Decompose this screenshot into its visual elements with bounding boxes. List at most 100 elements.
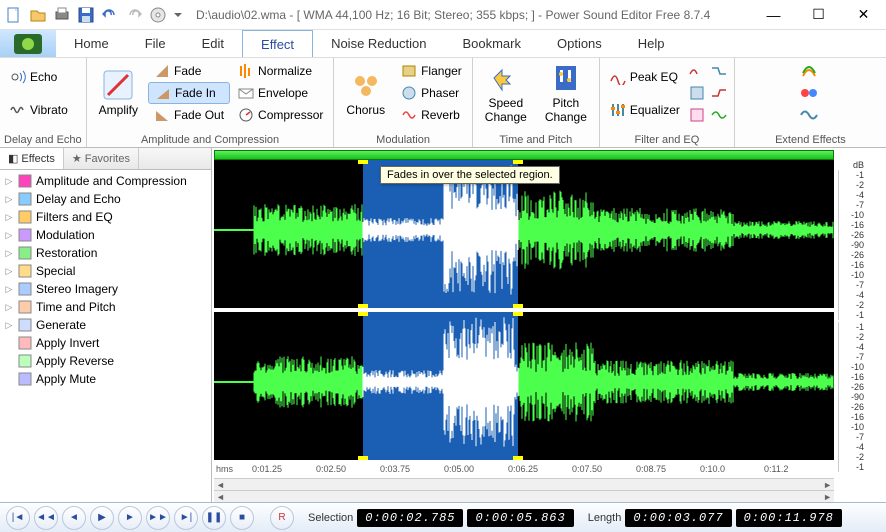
maximize-button[interactable]: ☐: [796, 0, 841, 30]
tree-item[interactable]: ▷Delay and Echo: [0, 190, 211, 208]
new-icon[interactable]: [4, 5, 24, 25]
tree-item[interactable]: ▷Special: [0, 262, 211, 280]
qat-dropdown-icon[interactable]: [172, 5, 184, 25]
pitch-change-button[interactable]: Pitch Change: [537, 60, 595, 126]
print-icon[interactable]: [52, 5, 72, 25]
undo-icon[interactable]: [100, 5, 120, 25]
skip-start-button[interactable]: |◄: [6, 506, 30, 530]
menu-file[interactable]: File: [127, 30, 184, 57]
tree-expander-icon[interactable]: ▷: [4, 212, 14, 223]
chorus-button[interactable]: Chorus: [338, 60, 393, 126]
app-icon[interactable]: [0, 30, 56, 57]
tree-item[interactable]: ▷Modulation: [0, 226, 211, 244]
tree-item[interactable]: ▷Stereo Imagery: [0, 280, 211, 298]
tree-item[interactable]: Apply Mute: [0, 370, 211, 388]
tree-expander-icon[interactable]: ▷: [4, 176, 14, 187]
tree-expander-icon[interactable]: ▷: [4, 248, 14, 259]
tree-item[interactable]: Apply Invert: [0, 334, 211, 352]
menu-edit[interactable]: Edit: [184, 30, 242, 57]
filter-icon-4[interactable]: [710, 62, 730, 82]
close-button[interactable]: ✕: [841, 0, 886, 30]
h-scrollbar[interactable]: ◄►: [214, 478, 834, 490]
prev-button[interactable]: ◄: [62, 506, 86, 530]
ffwd-button[interactable]: ►►: [146, 506, 170, 530]
sidebar-tab-favorites[interactable]: ★Favorites: [64, 148, 139, 169]
stop-button[interactable]: ■: [230, 506, 254, 530]
selection-handle[interactable]: [358, 304, 368, 308]
timeline[interactable]: hms 0:01.250:02.500:03.750:05.000:06.250…: [212, 460, 886, 478]
fade-label: Fade: [174, 64, 201, 78]
db-header: dB: [838, 160, 886, 170]
flanger-button[interactable]: Flanger: [395, 60, 468, 82]
tree-expander-icon[interactable]: ▷: [4, 266, 14, 277]
echo-button[interactable]: Echo: [4, 66, 74, 88]
sidebar-tab-effects[interactable]: ◧Effects: [0, 148, 64, 169]
pause-button[interactable]: ❚❚: [202, 506, 226, 530]
phaser-button[interactable]: Phaser: [395, 82, 468, 104]
filter-icon-3[interactable]: [688, 106, 708, 126]
menu-effect[interactable]: Effect: [242, 30, 313, 57]
tree-expander-icon[interactable]: ▷: [4, 320, 14, 331]
tree-item[interactable]: ▷Filters and EQ: [0, 208, 211, 226]
tree-expander-icon[interactable]: ▷: [4, 230, 14, 241]
zoom-scrollbar[interactable]: ◄►: [214, 490, 834, 502]
rewind-button[interactable]: ◄◄: [34, 506, 58, 530]
tree-expander-icon[interactable]: ▷: [4, 302, 14, 313]
next-button[interactable]: ►: [118, 506, 142, 530]
fade-button[interactable]: Fade: [148, 60, 230, 82]
db-tick: -7: [839, 432, 864, 442]
track-right[interactable]: [214, 312, 834, 460]
redo-icon[interactable]: [124, 5, 144, 25]
filter-icon-5[interactable]: [710, 84, 730, 104]
fade-in-button[interactable]: Fade In: [148, 82, 230, 104]
tree-item[interactable]: ▷Amplitude and Compression: [0, 172, 211, 190]
amplify-button[interactable]: Amplify: [91, 60, 146, 126]
extend-icon-3[interactable]: [799, 106, 821, 126]
group-amplitude-compression: Amplify Fade Fade In Fade Out Normalize …: [87, 58, 335, 147]
skip-end-button[interactable]: ►|: [174, 506, 198, 530]
tree-expander-icon[interactable]: ▷: [4, 194, 14, 205]
speed-change-button[interactable]: Speed Change: [477, 60, 535, 126]
extend-icon-1[interactable]: [799, 62, 821, 82]
tree-item[interactable]: ▷Time and Pitch: [0, 298, 211, 316]
compressor-button[interactable]: Compressor: [232, 104, 329, 126]
filter-icon-1[interactable]: [688, 62, 708, 82]
equalizer-button[interactable]: Equalizer: [604, 99, 686, 121]
status-bar: |◄ ◄◄ ◄ ▶ ► ►► ►| ❚❚ ■ R Selection 0:00:…: [0, 502, 886, 532]
menu-noise-reduction[interactable]: Noise Reduction: [313, 30, 444, 57]
marker-bar[interactable]: [214, 150, 834, 160]
open-icon[interactable]: [28, 5, 48, 25]
save-icon[interactable]: [76, 5, 96, 25]
fade-out-button[interactable]: Fade Out: [148, 104, 230, 126]
play-button[interactable]: ▶: [90, 506, 114, 530]
minimize-button[interactable]: —: [751, 0, 796, 30]
selection-handle[interactable]: [513, 304, 523, 308]
record-button[interactable]: R: [270, 506, 294, 530]
filter-icon-2[interactable]: [688, 84, 708, 104]
tree-item[interactable]: ▷ Generate: [0, 316, 211, 334]
tree-item-icon: [17, 209, 33, 225]
normalize-button[interactable]: Normalize: [232, 60, 329, 82]
envelope-button[interactable]: Envelope: [232, 82, 329, 104]
reverb-button[interactable]: Reverb: [395, 104, 468, 126]
speed-icon: [490, 62, 522, 94]
menu-help[interactable]: Help: [620, 30, 683, 57]
cd-icon[interactable]: [148, 5, 168, 25]
tree-item-icon: [17, 191, 33, 207]
tree-item-label: Generate: [36, 318, 86, 332]
phaser-label: Phaser: [421, 86, 459, 100]
menu-home[interactable]: Home: [56, 30, 127, 57]
vibrato-button[interactable]: Vibrato: [4, 99, 74, 121]
tree-item-label: Apply Mute: [36, 372, 96, 386]
extend-icon-2[interactable]: [799, 84, 821, 104]
tree-expander-icon[interactable]: ▷: [4, 284, 14, 295]
tree-item-icon: [17, 317, 33, 333]
envelope-label: Envelope: [258, 86, 308, 100]
tree-item-icon: [17, 335, 33, 351]
filter-icon-6[interactable]: [710, 106, 730, 126]
menu-bookmark[interactable]: Bookmark: [444, 30, 539, 57]
menu-options[interactable]: Options: [539, 30, 620, 57]
tree-item[interactable]: Apply Reverse: [0, 352, 211, 370]
peak-eq-button[interactable]: Peak EQ: [604, 66, 686, 88]
tree-item[interactable]: ▷Restoration: [0, 244, 211, 262]
